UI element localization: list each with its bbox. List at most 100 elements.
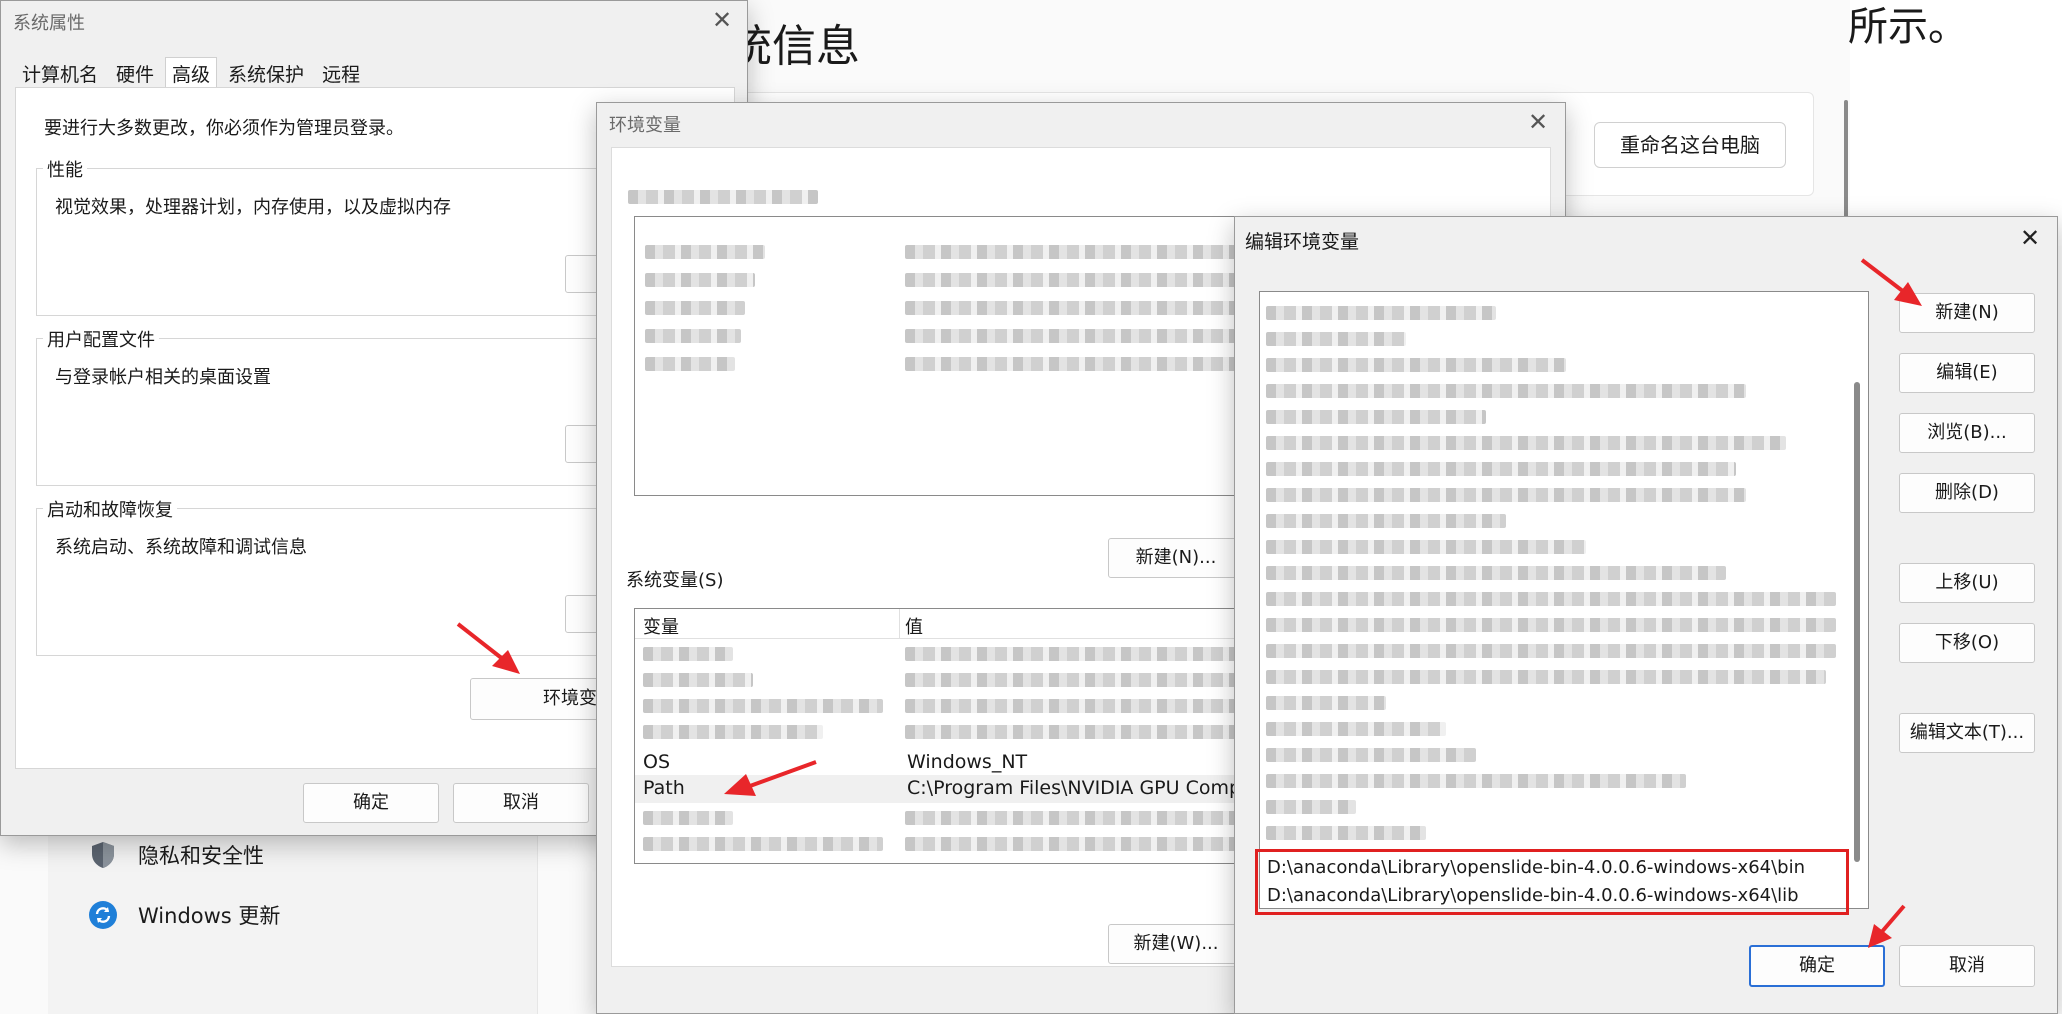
system-variables-label: 系统变量(S) bbox=[626, 570, 724, 591]
list-item[interactable] bbox=[1266, 748, 1476, 762]
settings-scrollbar[interactable] bbox=[1844, 100, 1848, 220]
admin-note: 要进行大多数更改，你必须作为管理员登录。 bbox=[44, 118, 404, 139]
column-header-value[interactable]: 值 bbox=[905, 613, 923, 639]
sidebar-item-label: Windows 更新 bbox=[138, 904, 281, 928]
list-item[interactable] bbox=[645, 357, 735, 371]
close-icon[interactable]: ✕ bbox=[707, 5, 737, 35]
list-item[interactable] bbox=[905, 301, 1273, 315]
edit-text-button[interactable]: 编辑文本(T)... bbox=[1899, 713, 2035, 753]
tab-hardware[interactable]: 硬件 bbox=[109, 57, 161, 90]
list-item[interactable] bbox=[645, 273, 755, 287]
move-up-button[interactable]: 上移(U) bbox=[1899, 563, 2035, 603]
delete-button[interactable]: 删除(D) bbox=[1899, 473, 2035, 513]
group-description: 视觉效果，处理器计划，内存使用，以及虚拟内存 bbox=[55, 197, 451, 218]
group-description: 与登录帐户相关的桌面设置 bbox=[55, 367, 271, 388]
path-entry-openslide-bin[interactable]: D:\anaconda\Library\openslide-bin-4.0.0.… bbox=[1267, 857, 1805, 878]
tab-computer-name[interactable]: 计算机名 bbox=[15, 57, 105, 90]
list-item[interactable] bbox=[1266, 800, 1356, 814]
list-item[interactable] bbox=[1266, 306, 1496, 320]
edit-button[interactable]: 编辑(E) bbox=[1899, 353, 2035, 393]
windows-update-icon bbox=[88, 900, 118, 930]
list-item[interactable] bbox=[905, 725, 1273, 739]
dialog-title: 编辑环境变量 bbox=[1245, 231, 1360, 253]
group-label: 用户配置文件 bbox=[43, 326, 159, 352]
list-item[interactable] bbox=[905, 647, 1273, 661]
dialog-title: 系统属性 bbox=[13, 13, 85, 34]
path-list-scrollbar[interactable] bbox=[1854, 302, 1860, 892]
list-item[interactable] bbox=[1266, 488, 1746, 502]
arrow-to-env-button-icon bbox=[456, 622, 520, 674]
path-entry-openslide-lib[interactable]: D:\anaconda\Library\openslide-bin-4.0.0.… bbox=[1267, 885, 1799, 906]
browse-button[interactable]: 浏览(B)... bbox=[1899, 413, 2035, 453]
tab-remote[interactable]: 远程 bbox=[315, 57, 367, 90]
list-item[interactable] bbox=[643, 647, 733, 661]
move-down-button[interactable]: 下移(O) bbox=[1899, 623, 2035, 663]
list-item[interactable] bbox=[905, 811, 1273, 825]
arrow-to-new-button-icon bbox=[1860, 258, 1922, 306]
list-item[interactable] bbox=[905, 699, 1273, 713]
list-item[interactable] bbox=[1266, 592, 1836, 606]
tab-system-protection[interactable]: 系统保护 bbox=[221, 57, 311, 90]
list-item[interactable] bbox=[1266, 670, 1826, 684]
tab-advanced[interactable]: 高级 bbox=[165, 57, 218, 90]
column-header-variable[interactable]: 变量 bbox=[643, 613, 679, 639]
list-item[interactable] bbox=[1266, 332, 1406, 346]
system-variables-list[interactable]: 变量 值 OS Windows_NT Path C:\Program Files… bbox=[634, 608, 1274, 864]
list-item[interactable] bbox=[1266, 540, 1586, 554]
user-variables-label-blurred bbox=[628, 190, 818, 204]
list-item[interactable] bbox=[643, 837, 883, 851]
list-item[interactable] bbox=[1266, 384, 1746, 398]
tab-strip: 计算机名 硬件 高级 系统保护 远程 bbox=[15, 57, 371, 90]
list-item[interactable] bbox=[905, 357, 1273, 371]
list-item[interactable] bbox=[643, 811, 733, 825]
list-item[interactable] bbox=[643, 699, 883, 713]
edit-environment-variable-dialog: 编辑环境变量 ✕ D:\anaconda\Library\openslide-b… bbox=[1234, 216, 2058, 1014]
list-item[interactable] bbox=[1266, 774, 1686, 788]
cancel-button[interactable]: 取消 bbox=[1899, 945, 2035, 987]
sidebar-item-privacy[interactable]: 隐私和安全性 bbox=[88, 830, 538, 880]
arrow-to-ok-button-icon bbox=[1868, 904, 1906, 948]
variable-value: Windows_NT bbox=[907, 751, 1028, 773]
close-icon[interactable]: ✕ bbox=[2015, 223, 2045, 253]
list-item[interactable] bbox=[1266, 722, 1446, 736]
group-label: 性能 bbox=[43, 156, 87, 182]
list-item[interactable] bbox=[1266, 644, 1836, 658]
user-new-button[interactable]: 新建(N)... bbox=[1108, 538, 1244, 578]
list-item[interactable] bbox=[905, 245, 1273, 259]
cancel-button[interactable]: 取消 bbox=[453, 783, 589, 823]
document-text-fragment: 所示。 bbox=[1848, 4, 1968, 50]
ok-button[interactable]: 确定 bbox=[303, 783, 439, 823]
dialog-title: 环境变量 bbox=[609, 115, 681, 136]
close-icon[interactable]: ✕ bbox=[1523, 107, 1553, 137]
list-item[interactable] bbox=[645, 245, 765, 259]
list-item[interactable] bbox=[643, 725, 823, 739]
variable-name: Path bbox=[643, 777, 685, 799]
list-item[interactable] bbox=[643, 673, 753, 687]
rename-pc-button[interactable]: 重命名这台电脑 bbox=[1594, 122, 1786, 168]
list-item[interactable] bbox=[1266, 358, 1566, 372]
path-entries-list[interactable] bbox=[1259, 291, 1869, 909]
shield-icon bbox=[88, 840, 118, 870]
list-item[interactable] bbox=[1266, 514, 1506, 528]
list-item[interactable] bbox=[1266, 826, 1426, 840]
list-item[interactable] bbox=[1266, 436, 1786, 450]
list-item[interactable] bbox=[905, 273, 1273, 287]
system-new-button[interactable]: 新建(W)... bbox=[1108, 924, 1244, 964]
list-item[interactable] bbox=[1266, 410, 1486, 424]
variable-value: C:\Program Files\NVIDIA GPU Compu bbox=[907, 777, 1254, 799]
list-item[interactable] bbox=[645, 329, 741, 343]
list-header: 变量 值 bbox=[635, 609, 1273, 639]
list-item[interactable] bbox=[1266, 696, 1386, 710]
arrow-to-path-row-icon bbox=[724, 760, 817, 796]
list-item[interactable] bbox=[905, 329, 1273, 343]
list-item[interactable] bbox=[905, 673, 1273, 687]
list-item[interactable] bbox=[905, 837, 1273, 851]
sidebar-item-windows-update[interactable]: Windows 更新 bbox=[88, 890, 538, 940]
variable-name: OS bbox=[643, 751, 671, 773]
list-item[interactable] bbox=[1266, 618, 1836, 632]
user-variables-list[interactable] bbox=[634, 216, 1274, 496]
list-item[interactable] bbox=[1266, 462, 1736, 476]
list-item[interactable] bbox=[645, 301, 745, 315]
list-item[interactable] bbox=[1266, 566, 1726, 580]
group-description: 系统启动、系统故障和调试信息 bbox=[55, 537, 307, 558]
